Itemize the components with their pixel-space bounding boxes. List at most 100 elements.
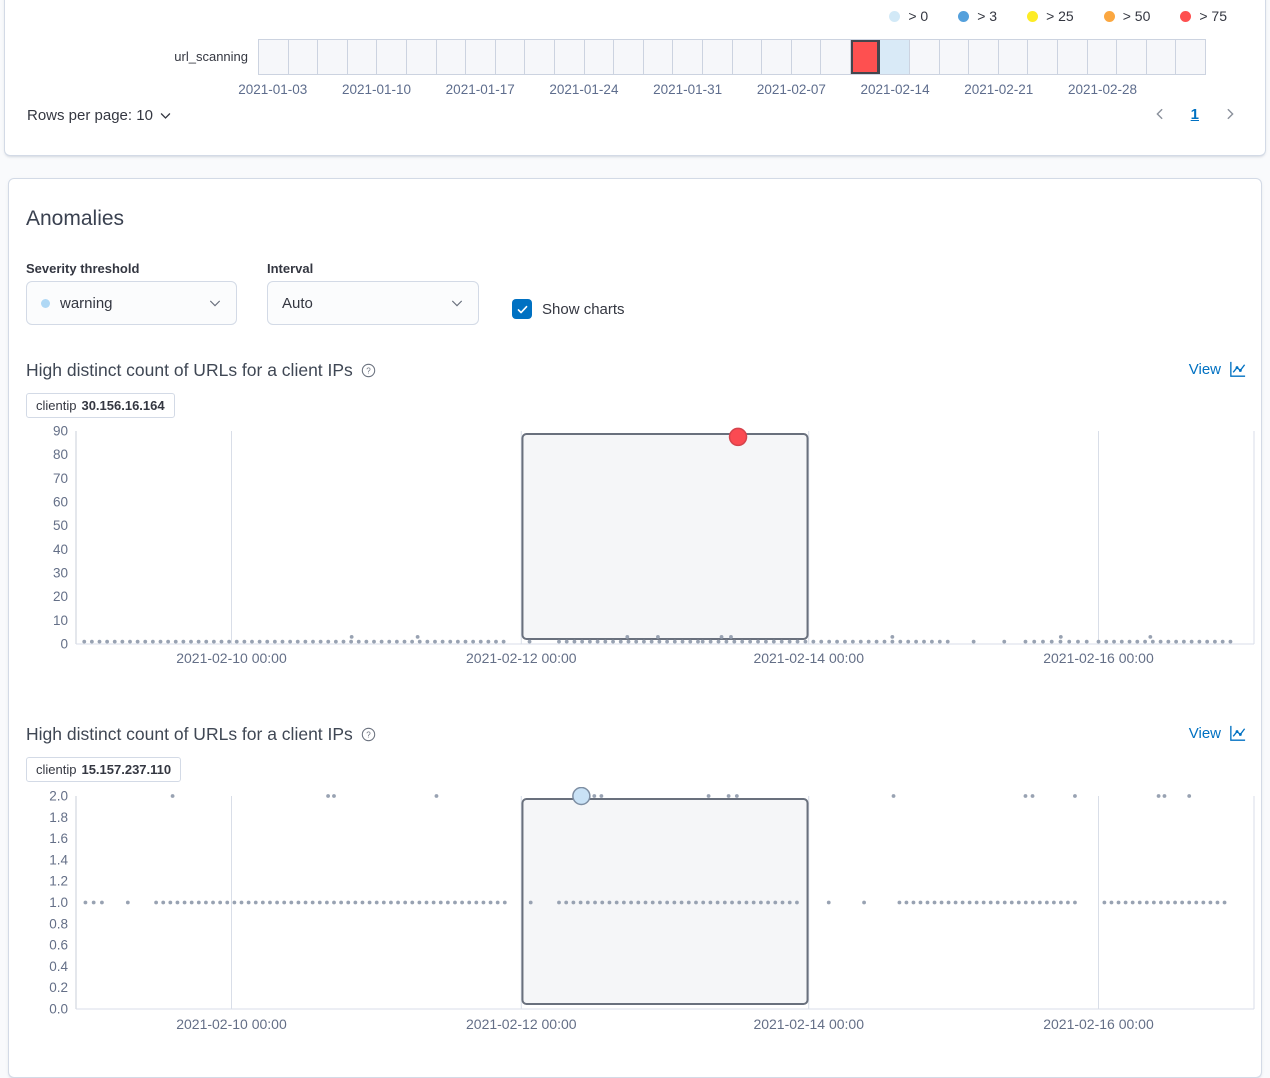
next-page-button[interactable] [1221, 105, 1239, 123]
page-number-button[interactable]: 1 [1191, 106, 1199, 123]
data-point [729, 635, 733, 639]
rows-per-page-button[interactable]: Rows per page: 10 [27, 107, 172, 124]
swimlane-cell[interactable] [910, 40, 940, 74]
anomaly-chart[interactable]: 0.00.20.40.60.81.01.21.41.61.82.02021-02… [26, 787, 1256, 1049]
data-point [183, 901, 187, 905]
swimlane-cell[interactable] [1028, 40, 1058, 74]
y-axis-tick-label: 50 [53, 518, 68, 533]
anomaly-marker[interactable] [730, 428, 747, 445]
swimlane-panel: > 0> 3> 25> 50> 75 url_scanning 2021-01-… [4, 0, 1266, 156]
data-point [672, 901, 676, 905]
swimlane-cell[interactable] [1176, 40, 1205, 74]
data-point [1117, 901, 1121, 905]
swimlane-cell[interactable] [1088, 40, 1118, 74]
swimlane-cell[interactable] [733, 40, 763, 74]
view-in-single-metric-viewer-link[interactable]: View [1189, 724, 1247, 743]
show-charts-checkbox[interactable] [512, 299, 532, 319]
view-in-single-metric-viewer-link[interactable]: View [1189, 360, 1247, 379]
severity-threshold-select[interactable]: warning [26, 281, 237, 325]
data-point [143, 640, 147, 644]
x-axis-tick-label: 2021-02-10 00:00 [176, 1016, 287, 1032]
question-mark-circle-icon[interactable]: ? [361, 363, 376, 378]
swimlane-cell[interactable] [673, 40, 703, 74]
swimlane-cell[interactable] [644, 40, 674, 74]
swimlane-cell[interactable] [289, 40, 319, 74]
data-point [227, 640, 231, 644]
swimlane-cell[interactable] [348, 40, 378, 74]
data-point [709, 901, 713, 905]
swimlane-cell[interactable] [614, 40, 644, 74]
swimlane-cell[interactable] [969, 40, 999, 74]
data-point [113, 640, 117, 644]
data-point [265, 640, 269, 644]
swimlane-cell[interactable] [703, 40, 733, 74]
data-point [930, 640, 934, 644]
legend-dot-icon [1104, 11, 1115, 22]
data-point [1187, 794, 1191, 798]
y-axis-tick-label: 1.0 [49, 895, 68, 910]
previous-page-button[interactable] [1151, 105, 1169, 123]
data-point [1024, 901, 1028, 905]
swimlane-cell[interactable] [466, 40, 496, 74]
interval-select[interactable]: Auto [267, 281, 479, 325]
data-point [282, 901, 286, 905]
swimlane-cell[interactable] [851, 40, 881, 74]
data-point [961, 901, 965, 905]
data-point [529, 901, 533, 905]
data-point [651, 901, 655, 905]
swimlane-cell[interactable] [585, 40, 615, 74]
swimlane-date-label: 2021-01-03 [238, 82, 307, 97]
question-mark-circle-icon[interactable]: ? [361, 727, 376, 742]
data-point [919, 901, 923, 905]
swimlane-cell[interactable] [762, 40, 792, 74]
data-point [232, 901, 236, 905]
data-point [694, 901, 698, 905]
anomaly-chart[interactable]: 01020304050607080902021-02-10 00:002021-… [26, 425, 1256, 671]
data-point [432, 901, 436, 905]
swimlane-cell[interactable] [940, 40, 970, 74]
data-point [914, 640, 918, 644]
data-point [84, 901, 88, 905]
data-point [1031, 901, 1035, 905]
data-point [968, 901, 972, 905]
y-axis-tick-label: 80 [53, 447, 68, 462]
data-point [975, 901, 979, 905]
swimlane-cell[interactable] [1117, 40, 1147, 74]
chart-title-text: High distinct count of URLs for a client… [26, 360, 353, 381]
severity-legend: > 0> 3> 25> 50> 75 [889, 8, 1227, 24]
data-point [644, 901, 648, 905]
swimlane-cell[interactable] [525, 40, 555, 74]
swimlane-cell[interactable] [318, 40, 348, 74]
interval-value: Auto [282, 295, 313, 312]
swimlane-cell[interactable] [821, 40, 851, 74]
swimlane-cell[interactable] [1147, 40, 1177, 74]
swimlane-cell[interactable] [555, 40, 585, 74]
selected-time-range[interactable] [522, 434, 807, 639]
swimlane-cell[interactable] [377, 40, 407, 74]
swimlane-cell[interactable] [259, 40, 289, 74]
legend-item-label: > 75 [1199, 8, 1227, 24]
y-axis-tick-label: 90 [53, 425, 68, 439]
swimlane-cell[interactable] [407, 40, 437, 74]
swimlane-row-label: url_scanning [5, 39, 248, 75]
data-point [989, 901, 993, 905]
data-point [890, 635, 894, 639]
swimlane-cell[interactable] [437, 40, 467, 74]
data-point [1017, 901, 1021, 905]
view-link-label: View [1189, 725, 1221, 742]
swimlane-cell[interactable] [496, 40, 526, 74]
data-point [453, 901, 457, 905]
data-point [197, 640, 201, 644]
swimlane-cell[interactable] [880, 40, 910, 74]
data-point [681, 640, 685, 644]
swimlane-cell[interactable] [999, 40, 1029, 74]
data-point [619, 640, 623, 644]
swimlane-cell[interactable] [792, 40, 822, 74]
data-point [580, 640, 584, 644]
anomaly-marker[interactable] [573, 788, 590, 805]
anomaly-swimlane[interactable] [258, 39, 1206, 75]
data-point [296, 640, 300, 644]
x-axis-tick-label: 2021-02-12 00:00 [466, 1016, 577, 1032]
data-point [905, 901, 909, 905]
swimlane-cell[interactable] [1058, 40, 1088, 74]
